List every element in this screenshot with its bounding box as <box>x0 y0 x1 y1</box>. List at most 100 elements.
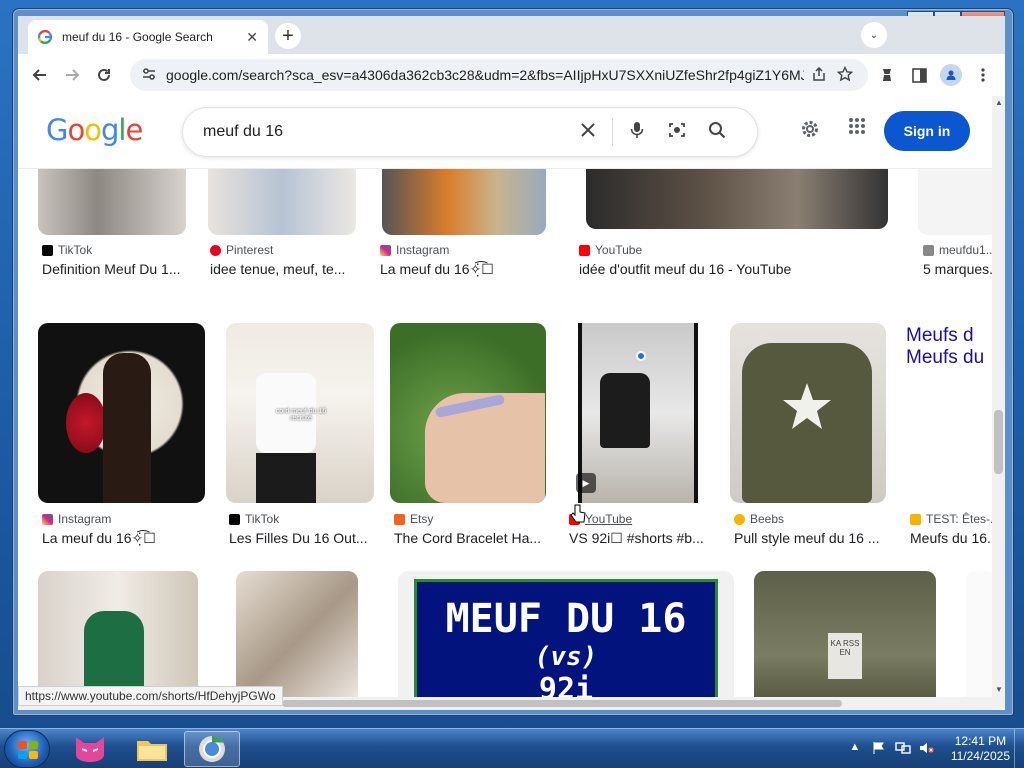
google-header: Google meuf du 16 Sign in <box>18 96 992 169</box>
meuf-du-16-sign: MEUF DU 16 (vs) 92i <box>414 579 718 710</box>
result-caption[interactable]: 5 marques... <box>923 261 992 277</box>
chrome-icon <box>199 735 225 762</box>
kebab-menu-icon[interactable] <box>967 60 999 90</box>
result-caption[interactable]: VS 92i☐ #shorts #b... <box>569 530 714 547</box>
start-button[interactable] <box>4 730 50 768</box>
result-source[interactable]: TikTok <box>42 243 92 257</box>
side-panel-icon[interactable] <box>903 60 935 90</box>
taskbar-app-cat[interactable] <box>62 731 118 767</box>
tiktok-favicon-icon <box>42 244 53 256</box>
voice-search-microphone-icon[interactable] <box>617 121 657 144</box>
google-logo-letter: o <box>67 113 85 147</box>
browser-toolbar: google.com/search?sca_esv=a4306da362cb3c… <box>18 54 1005 96</box>
scroll-up-icon[interactable]: ▲ <box>995 98 1003 107</box>
page-viewport: Google meuf du 16 Sign in TikTok Definit… <box>18 96 1005 710</box>
result-caption[interactable]: La meuf du 16✧̣̇͡☐ <box>380 261 530 278</box>
show-hidden-icons-icon[interactable]: ▲ <box>847 741 863 757</box>
scroll-down-icon[interactable]: ▼ <box>995 685 1003 694</box>
sign-in-button[interactable]: Sign in <box>884 111 970 151</box>
tab-strip: meuf du 16 - Google Search ✕ + ⌄ <box>18 16 1005 54</box>
forward-arrow-icon[interactable] <box>56 59 88 91</box>
profile-avatar-icon[interactable] <box>935 60 967 90</box>
settings-gear-icon[interactable] <box>800 119 820 145</box>
image-thumbnail[interactable]: MEUF DU 16 (vs) 92i <box>398 571 734 710</box>
taskbar-clock[interactable]: 12:41 PM 11/24/2025 <box>951 734 1010 764</box>
search-magnifier-icon[interactable] <box>697 121 737 144</box>
link-status-bubble: https://www.youtube.com/shorts/HfDehyjPG… <box>18 686 283 706</box>
tab-close-icon[interactable]: ✕ <box>246 29 258 46</box>
windows-logo-icon <box>18 741 38 759</box>
image-thumbnail[interactable] <box>730 323 886 503</box>
result-caption[interactable]: Definition Meuf Du 1... <box>42 261 192 277</box>
google-apps-grid-icon[interactable] <box>848 117 866 141</box>
tab-search-button[interactable]: ⌄ <box>861 22 887 48</box>
site-info-icon[interactable] <box>142 67 156 84</box>
site-favicon-icon <box>923 244 934 256</box>
result-caption[interactable]: Les Filles Du 16 Out... <box>229 530 374 546</box>
vertical-scroll-thumb[interactable] <box>994 410 1003 474</box>
site-favicon-icon <box>910 513 921 525</box>
image-thumbnail[interactable] <box>38 169 186 235</box>
action-center-flag-icon[interactable] <box>871 741 887 757</box>
back-arrow-icon[interactable] <box>24 59 56 91</box>
bookmark-star-icon[interactable] <box>834 65 856 85</box>
search-input[interactable] <box>203 123 568 141</box>
clear-search-icon[interactable] <box>568 122 608 143</box>
result-caption[interactable]: La meuf du 16✧̣̇͡☐ <box>42 530 207 547</box>
image-thumbnail[interactable] <box>918 169 992 235</box>
etsy-favicon-icon <box>394 513 405 525</box>
result-source[interactable]: Beebs <box>734 512 784 526</box>
image-results-grid: TikTok Definition Meuf Du 1... Pinterest… <box>18 169 992 710</box>
network-icon[interactable] <box>895 741 911 757</box>
reload-icon[interactable] <box>88 59 120 91</box>
tab-google-search[interactable]: meuf du 16 - Google Search ✕ <box>28 20 268 54</box>
taskbar-app-explorer[interactable] <box>124 731 180 767</box>
url-text: google.com/search?sca_esv=a4306da362cb3c… <box>166 67 804 83</box>
clock-date: 11/24/2025 <box>950 749 1010 763</box>
show-desktop-button[interactable] <box>1014 729 1024 768</box>
lens-camera-icon[interactable] <box>657 121 697 144</box>
result-caption[interactable]: Meufs du 16... <box>910 530 992 546</box>
video-play-icon: ▶ <box>576 473 596 493</box>
result-source[interactable]: YouTube <box>579 243 642 257</box>
result-source[interactable]: Instagram <box>42 512 111 526</box>
result-source[interactable]: meufdu1... <box>923 243 992 257</box>
volume-muted-icon[interactable] <box>919 741 935 757</box>
result-caption[interactable]: The Cord Bracelet Ha... <box>394 530 549 546</box>
image-thumbnail[interactable] <box>208 169 356 235</box>
image-thumbnail[interactable]: KA RSS EN <box>754 571 936 710</box>
clock-time: 12:41 PM <box>954 734 1007 748</box>
pinterest-favicon-icon <box>210 244 221 256</box>
taskbar-app-chrome[interactable] <box>184 731 240 767</box>
image-thumbnail[interactable] <box>966 571 992 710</box>
share-icon[interactable] <box>808 66 830 84</box>
result-caption[interactable]: Pull style meuf du 16 ... <box>734 530 889 546</box>
new-tab-button[interactable]: + <box>275 23 301 49</box>
broken-image[interactable]: Meufs d Meufs du <box>906 323 992 503</box>
youtube-favicon-icon <box>579 244 590 256</box>
image-thumbnail[interactable] <box>382 169 546 235</box>
result-source[interactable]: TikTok <box>229 512 279 526</box>
result-source[interactable]: Pinterest <box>210 243 273 257</box>
google-logo-letter: G <box>46 113 69 147</box>
broken-image-alt-text: Meufs d Meufs du <box>906 325 985 368</box>
search-divider <box>612 118 613 146</box>
vertical-scrollbar[interactable]: ▲ ▼ <box>992 96 1005 710</box>
result-source[interactable]: Instagram <box>380 243 449 257</box>
image-thumbnail[interactable] <box>586 169 888 229</box>
image-thumbnail[interactable] <box>390 323 546 503</box>
result-caption[interactable]: idee tenue, meuf, te... <box>210 261 360 277</box>
search-box[interactable] <box>182 107 758 157</box>
windows-taskbar: ▲ 12:41 PM 11/24/2025 <box>0 728 1024 768</box>
result-source[interactable]: TEST: Êtes-... <box>910 512 992 526</box>
image-thumbnail[interactable]: cord meuf du 16 recruté <box>226 323 374 503</box>
result-source[interactable]: Etsy <box>394 512 433 526</box>
address-bar[interactable]: google.com/search?sca_esv=a4306da362cb3c… <box>130 59 868 91</box>
extensions-icon[interactable] <box>871 60 903 90</box>
image-thumbnail[interactable] <box>38 323 205 503</box>
horizontal-scroll-thumb[interactable] <box>282 700 842 707</box>
image-thumbnail[interactable]: ▶ <box>566 323 710 503</box>
google-logo[interactable]: Google <box>46 113 143 147</box>
beebs-favicon-icon <box>734 513 745 525</box>
result-caption[interactable]: idée d'outfit meuf du 16 - YouTube <box>579 261 879 277</box>
